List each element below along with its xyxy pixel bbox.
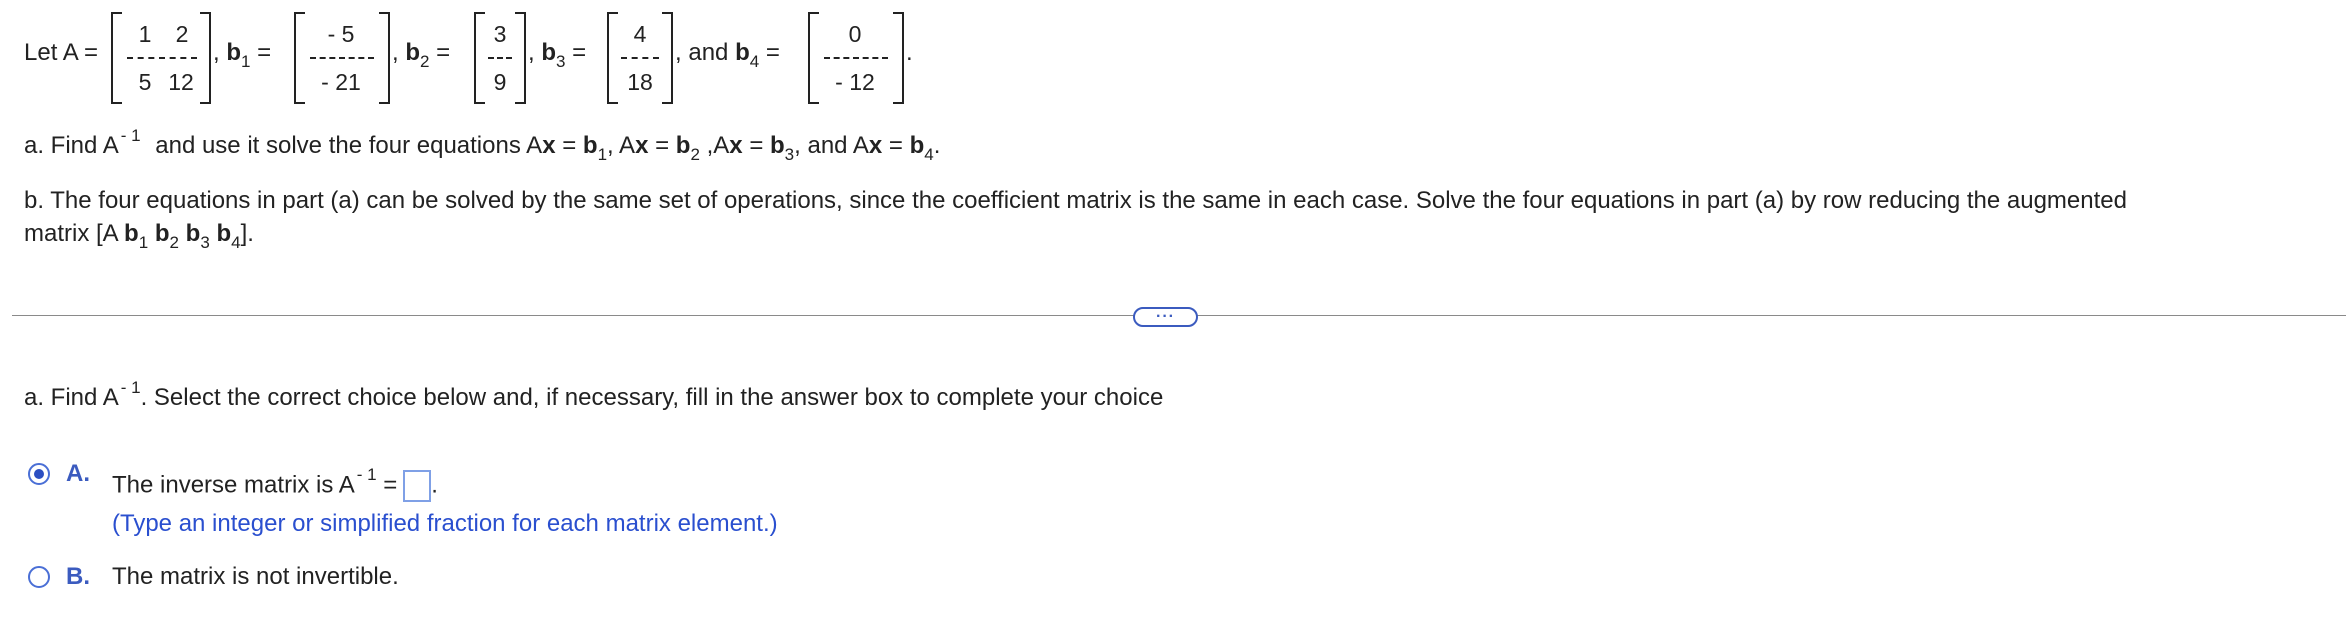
vector-b2-divider bbox=[488, 57, 512, 59]
b2-symbol: b bbox=[675, 132, 691, 159]
b2-symbol: b bbox=[405, 39, 421, 66]
x-symbol: x bbox=[729, 132, 743, 159]
part-a-text: a. Find A- 1 and use it solve the four e… bbox=[24, 126, 941, 164]
vector-b2: 3 9 bbox=[474, 12, 526, 104]
b2-symbol: b bbox=[154, 220, 170, 247]
equals: = bbox=[572, 39, 587, 66]
comma: , bbox=[675, 39, 682, 66]
comma: , bbox=[213, 39, 220, 66]
vector-b4-cell: 0 bbox=[848, 21, 862, 47]
b4-symbol: b bbox=[216, 220, 232, 247]
choice-a-label: The inverse matrix is A bbox=[112, 471, 355, 499]
comma: , bbox=[392, 39, 399, 66]
b1-subscript: 1 bbox=[138, 233, 149, 252]
equals: = bbox=[888, 132, 903, 159]
vector-b1-divider bbox=[310, 57, 374, 59]
b1-symbol: b bbox=[124, 220, 139, 247]
choice-a-letter[interactable]: A. bbox=[66, 460, 90, 488]
part-b-line2: matrix [A b1 b2 b3 b4]. bbox=[24, 220, 254, 252]
b1-subscript: 1 bbox=[241, 52, 251, 71]
period: . bbox=[906, 39, 913, 66]
part-b-prefix: matrix [A bbox=[24, 220, 125, 247]
and-text: and bbox=[688, 39, 729, 66]
b4-label-group: , and b4 = bbox=[675, 39, 780, 71]
part-b-line1: b. The four equations in part (a) can be… bbox=[24, 187, 2127, 214]
vector-b3-cell: 4 bbox=[633, 21, 647, 47]
b4-subscript: 4 bbox=[924, 145, 934, 164]
vector-b3: 4 18 bbox=[607, 12, 673, 104]
b3-symbol: b bbox=[541, 39, 557, 66]
choice-a-text: The inverse matrix is A- 1 =. bbox=[112, 465, 438, 502]
vector-b1-cell: - 21 bbox=[321, 69, 361, 95]
choice-b-letter[interactable]: B. bbox=[66, 563, 90, 591]
equals: = bbox=[562, 132, 577, 159]
vector-b1: - 5 - 21 bbox=[294, 12, 390, 104]
choice-a-hint: (Type an integer or simplified fraction … bbox=[112, 510, 778, 537]
b4-subscript: 4 bbox=[231, 233, 241, 252]
vector-b2-cell: 3 bbox=[493, 21, 507, 47]
b3-subscript: 3 bbox=[200, 233, 210, 252]
inverse-superscript: - 1 bbox=[120, 126, 141, 145]
question-prompt: a. Find A- 1. Select the correct choice … bbox=[24, 378, 1164, 414]
b3-subscript: 3 bbox=[784, 145, 795, 164]
answer-box[interactable] bbox=[403, 470, 432, 502]
period: . bbox=[431, 471, 438, 499]
matrix-a-divider bbox=[127, 57, 197, 59]
vector-b4: 0 - 12 bbox=[808, 12, 904, 104]
choice-b-text: The matrix is not invertible. bbox=[112, 563, 399, 590]
b3-label-group: , b3 = bbox=[528, 39, 587, 71]
matrix-a-cell: 1 bbox=[138, 21, 152, 47]
matrix-a-cell: 5 bbox=[138, 69, 152, 95]
b1-label-group: , b1 = bbox=[213, 39, 272, 71]
separator: ,A bbox=[699, 132, 730, 159]
matrix-a-cell: 2 bbox=[175, 21, 189, 47]
b3-symbol: b bbox=[770, 132, 785, 159]
prompt-rest: . Select the correct choice below and, i… bbox=[140, 384, 1164, 411]
vector-b2-cell: 9 bbox=[493, 69, 507, 95]
b1-subscript: 1 bbox=[597, 145, 608, 164]
part-b-suffix: ]. bbox=[240, 220, 254, 247]
comma: , bbox=[528, 39, 535, 66]
inverse-superscript: - 1 bbox=[120, 378, 141, 397]
inverse-superscript: - 1 bbox=[356, 465, 377, 485]
x-symbol: x bbox=[635, 132, 649, 159]
b1-symbol: b bbox=[226, 39, 242, 66]
b4-symbol: b bbox=[735, 39, 750, 66]
equals: = bbox=[749, 132, 764, 159]
b2-subscript: 2 bbox=[420, 52, 430, 71]
b3-symbol: b bbox=[185, 220, 201, 247]
x-symbol: x bbox=[542, 132, 556, 159]
prompt-prefix: a. Find A bbox=[24, 384, 119, 411]
vector-b3-cell: 18 bbox=[627, 69, 653, 95]
x-symbol: x bbox=[868, 132, 883, 159]
separator: , A bbox=[607, 132, 636, 159]
choice-a-radio[interactable] bbox=[28, 463, 50, 485]
b2-label-group: , b2 = bbox=[392, 39, 451, 71]
let-a-label: Let A = bbox=[24, 39, 99, 66]
b4-subscript: 4 bbox=[749, 52, 760, 71]
separator: , and A bbox=[794, 132, 869, 159]
part-a-rest: and use it solve the four equations A bbox=[155, 132, 543, 159]
choice-b-radio[interactable] bbox=[28, 566, 50, 588]
b3-subscript: 3 bbox=[556, 52, 566, 71]
equals: = bbox=[436, 39, 451, 66]
vector-b1-cell: - 5 bbox=[327, 21, 355, 47]
equals: = bbox=[655, 132, 670, 159]
equals: = bbox=[383, 471, 398, 499]
b4-symbol: b bbox=[909, 132, 925, 159]
b1-symbol: b bbox=[582, 132, 598, 159]
expand-dots-button[interactable]: ··· bbox=[1133, 307, 1198, 327]
vector-b3-divider bbox=[621, 57, 659, 59]
b2-subscript: 2 bbox=[169, 233, 179, 252]
vector-b4-cell: - 12 bbox=[835, 69, 875, 95]
equals: = bbox=[257, 39, 272, 66]
period: . bbox=[933, 132, 941, 159]
matrix-a-cell: 12 bbox=[168, 69, 194, 95]
b2-subscript: 2 bbox=[690, 145, 700, 164]
vector-b4-divider bbox=[824, 57, 888, 59]
part-a-prefix: a. Find A bbox=[24, 132, 119, 159]
equals: = bbox=[765, 39, 780, 66]
matrix-a: 1 2 5 12 bbox=[111, 12, 211, 104]
